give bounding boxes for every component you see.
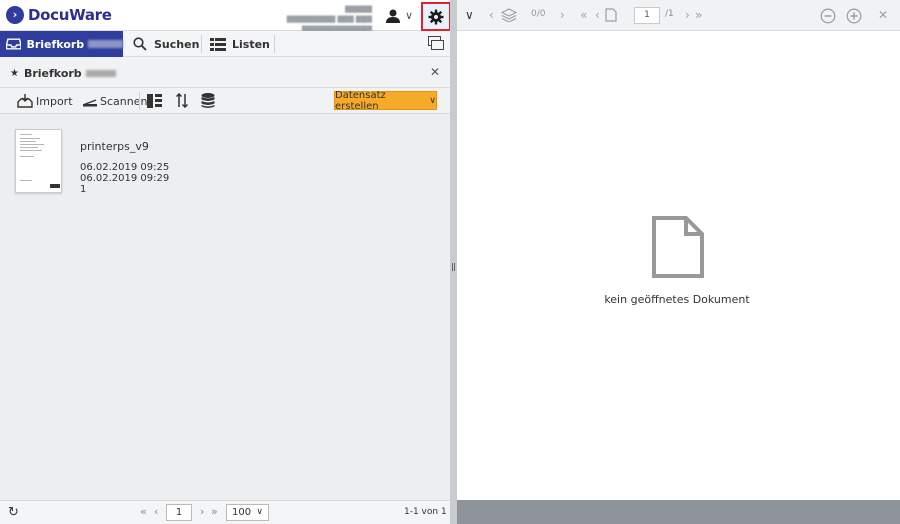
tab-suchen[interactable]: Suchen [123,31,201,57]
document-list: printerps_v9 06.02.2019 09:25 06.02.2019… [0,114,450,500]
page-input[interactable]: 1 [166,504,192,521]
list-icon [210,37,226,51]
document-name: printerps_v9 [80,140,149,153]
tab-briefkorb-name-redacted [88,40,123,48]
import-button[interactable]: Import [17,92,73,110]
document-field-1: 06.02.2019 09:25 [80,162,170,173]
list-footer: ↻ « ‹ 1 › » 100 ∨ 1-1 von 1 [0,500,450,524]
drag-handle-icon [452,263,455,271]
scan-button[interactable]: Scannen [83,92,147,110]
viewer-page-input[interactable]: 1 [634,7,660,24]
chevron-down-icon[interactable]: ∨ [465,8,474,22]
document-field-3: 1 [80,184,87,195]
layout-icon[interactable] [147,94,162,108]
user-icon[interactable] [385,8,401,24]
left-panel: › DocuWare ▇▇▇▇▇ ▇▇▇▇▇▇▇▇▇ ▇▇▇ ▇▇▇ ▇▇▇▇▇… [0,0,451,524]
chevron-down-icon: ∨ [256,507,263,517]
tab-suchen-label: Suchen [154,37,200,51]
empty-viewer-message: kein geöffnetes Dokument [604,293,750,306]
zoom-in-icon[interactable] [846,8,862,24]
import-icon [17,94,33,108]
document-thumbnail[interactable] [15,129,62,193]
page-size-value: 100 [232,507,252,518]
user-info: ▇▇▇▇▇ ▇▇▇▇▇▇▇▇▇ ▇▇▇ ▇▇▇ ▇▇▇▇▇▇▇▇▇▇▇▇▇ [222,4,372,33]
toolbar-divider [139,92,140,110]
tab-listen[interactable]: Listen [202,31,274,57]
tab-listen-label: Listen [232,37,270,51]
settings-button[interactable] [421,2,451,31]
database-icon[interactable] [201,93,215,109]
chevron-down-icon[interactable]: ∨ [405,9,413,22]
docuware-logo-icon: › [6,6,24,24]
new-window-icon[interactable] [428,36,444,51]
tray-icon [6,38,22,50]
import-label: Import [36,94,73,108]
scan-label: Scannen [100,94,148,108]
brand-name: DocuWare [28,6,112,24]
prev-page-icon[interactable]: ‹ [595,8,600,22]
next-icon[interactable]: › [560,8,565,22]
first-page-icon[interactable]: « [140,505,147,518]
empty-document-icon [652,216,704,278]
last-page-icon[interactable]: » [695,8,702,22]
tab-bar: Briefkorb Suchen Listen [0,31,450,57]
first-page-icon[interactable]: « [580,8,587,22]
viewer-status-bar [457,500,900,524]
panel-header: ★ Briefkorb ✕ [0,57,450,88]
chevron-down-icon: ∨ [429,95,436,106]
prev-page-icon[interactable]: ‹ [154,505,158,518]
search-icon [133,37,147,51]
panel-title-text: Briefkorb [23,67,82,80]
page-icon [605,8,617,22]
document-viewer: ∨ ‹ 0/0 › « ‹ 1 /1 › » ✕ kein geöffnetes… [457,0,900,524]
tab-briefkorb[interactable]: Briefkorb [0,31,123,57]
page-size-select[interactable]: 100 ∨ [226,504,269,521]
next-page-icon[interactable]: › [200,505,204,518]
panel-splitter[interactable] [450,0,457,524]
zoom-out-icon[interactable] [820,8,836,24]
close-icon[interactable]: ✕ [878,8,888,22]
document-field-2: 06.02.2019 09:29 [80,173,170,184]
create-record-label: Datensatz erstellen [335,89,386,112]
close-icon[interactable]: ✕ [430,65,440,79]
star-icon[interactable]: ★ [10,68,19,79]
gear-icon [428,9,444,24]
sort-icon[interactable] [176,93,188,108]
prev-icon[interactable]: ‹ [489,8,494,22]
user-info-line1: ▇▇▇▇▇ [345,5,372,13]
last-page-icon[interactable]: » [211,505,218,518]
logo[interactable]: › DocuWare [6,6,112,24]
layer-counter: 0/0 [531,9,546,19]
layers-icon[interactable] [501,8,517,22]
next-page-icon[interactable]: › [685,8,690,22]
docuware-app: › DocuWare ▇▇▇▇▇ ▇▇▇▇▇▇▇▇▇ ▇▇▇ ▇▇▇ ▇▇▇▇▇… [0,0,900,524]
scanner-icon [83,99,97,107]
refresh-icon[interactable]: ↻ [8,505,19,520]
panel-title-redacted [85,70,116,77]
result-count: 1-1 von 1 [404,507,447,517]
list-item[interactable]: printerps_v9 06.02.2019 09:25 06.02.2019… [12,126,442,206]
create-record-button[interactable]: Datensatz erstellen ∨ [334,89,437,112]
top-bar: › DocuWare ▇▇▇▇▇ ▇▇▇▇▇▇▇▇▇ ▇▇▇ ▇▇▇ ▇▇▇▇▇… [0,0,451,33]
viewer-page-total: /1 [665,9,674,19]
viewer-toolbar: ∨ ‹ 0/0 › « ‹ 1 /1 › » ✕ [457,0,900,31]
panel-title: ★ Briefkorb [10,67,116,80]
tab-briefkorb-label: Briefkorb [26,37,85,51]
tab-divider [274,35,275,53]
